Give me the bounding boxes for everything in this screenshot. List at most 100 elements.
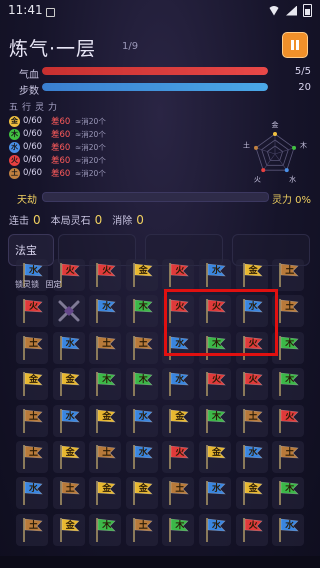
- board-cell[interactable]: 火: [234, 366, 270, 402]
- radar-dot: [261, 168, 266, 173]
- fabao-tag: 锁灵锁: [15, 280, 39, 289]
- element-flag: 火: [203, 370, 227, 398]
- board-cell[interactable]: 水: [87, 293, 123, 329]
- steps-bar-fill: [42, 83, 268, 91]
- board-cell[interactable]: 水: [160, 330, 196, 366]
- flag-text: 木: [212, 338, 222, 349]
- board-cell[interactable]: 火: [197, 293, 233, 329]
- board-cell[interactable]: 土: [270, 257, 306, 293]
- board-cell[interactable]: 土: [14, 439, 50, 475]
- board-cell[interactable]: 金: [51, 366, 87, 402]
- board-cell[interactable]: 火: [160, 257, 196, 293]
- board-cell[interactable]: 水: [14, 475, 50, 511]
- element-flag: 火: [166, 443, 190, 471]
- pause-button[interactable]: [282, 32, 308, 58]
- board-cell[interactable]: 火: [197, 366, 233, 402]
- board-cell[interactable]: 水: [234, 439, 270, 475]
- board-cell[interactable]: 水: [51, 403, 87, 439]
- board-cell[interactable]: 金: [87, 403, 123, 439]
- board-cell[interactable]: 金: [51, 512, 87, 548]
- element-flag: 土: [130, 516, 154, 544]
- board-cell[interactable]: 水: [124, 403, 160, 439]
- board-cell[interactable]: 金: [124, 257, 160, 293]
- board-cell[interactable]: 土: [14, 403, 50, 439]
- wifi-icon: [268, 5, 280, 16]
- flag-text: 金: [29, 375, 39, 386]
- board-cell[interactable]: 土: [160, 475, 196, 511]
- board-cell[interactable]: 木: [197, 330, 233, 366]
- board-cell[interactable]: 木: [87, 512, 123, 548]
- board-cell[interactable]: 木: [270, 330, 306, 366]
- board-cell[interactable]: 土: [14, 512, 50, 548]
- board-cell[interactable]: 水: [160, 366, 196, 402]
- counters-row: 连击 0 本局灵石 0 消除 0: [9, 212, 154, 227]
- board-cell[interactable]: 木: [124, 293, 160, 329]
- element-flag: 火: [166, 297, 190, 325]
- board-cell[interactable]: 金: [14, 366, 50, 402]
- element-progress: 0/60: [23, 168, 43, 178]
- tianjie-label: 天劫: [17, 195, 37, 206]
- board-cell[interactable]: 土: [51, 475, 87, 511]
- board-cell[interactable]: 金: [51, 439, 87, 475]
- board-cell[interactable]: [51, 293, 87, 329]
- board-cell[interactable]: 水: [270, 512, 306, 548]
- board-cell[interactable]: 火: [14, 293, 50, 329]
- board-cell[interactable]: 土: [270, 439, 306, 475]
- element-flag: 水: [240, 443, 264, 471]
- board-cell[interactable]: 火: [270, 403, 306, 439]
- hp-label: 气血: [19, 70, 39, 81]
- element-radar-chart: 金木水 火 土: [243, 120, 307, 183]
- board-cell[interactable]: 水: [234, 293, 270, 329]
- board-cell[interactable]: 火: [87, 257, 123, 293]
- board-cell[interactable]: 金: [124, 475, 160, 511]
- board-cell[interactable]: 水: [197, 257, 233, 293]
- board-cell[interactable]: 木: [124, 366, 160, 402]
- board-cell[interactable]: 土: [124, 512, 160, 548]
- board-cell[interactable]: 木: [270, 475, 306, 511]
- notification-icon: [46, 8, 55, 17]
- board-cell[interactable]: 木: [197, 403, 233, 439]
- flag-text: 火: [175, 266, 185, 276]
- pause-icon: [291, 40, 299, 50]
- element-flag: 土: [130, 334, 154, 362]
- board-cell[interactable]: 木: [270, 366, 306, 402]
- element-flag: 火: [240, 334, 264, 362]
- board-cell[interactable]: 土: [234, 403, 270, 439]
- element-flag: 水: [276, 516, 300, 544]
- flag-text: 金: [102, 484, 112, 495]
- board-cell[interactable]: 水: [197, 475, 233, 511]
- flag-text: 金: [138, 266, 148, 276]
- element-flag: 火: [93, 261, 117, 289]
- board-cell[interactable]: 火: [234, 512, 270, 548]
- board-cell[interactable]: 金: [234, 257, 270, 293]
- board-cell[interactable]: 木: [87, 366, 123, 402]
- board-cell[interactable]: 木: [160, 512, 196, 548]
- battery-icon: [303, 4, 312, 17]
- board-cell[interactable]: 水: [124, 439, 160, 475]
- board-cell[interactable]: 金: [197, 439, 233, 475]
- element-flag: 土: [57, 479, 81, 507]
- element-flag: 金: [93, 407, 117, 435]
- flag-text: 火: [102, 266, 112, 276]
- board-cell[interactable]: 水: [197, 512, 233, 548]
- board-cell[interactable]: 金: [234, 475, 270, 511]
- hp-bar-fill: [42, 67, 268, 75]
- board-cell[interactable]: 土: [87, 330, 123, 366]
- board-cell[interactable]: 金: [87, 475, 123, 511]
- board-cell[interactable]: 火: [234, 330, 270, 366]
- board-cell[interactable]: 土: [14, 330, 50, 366]
- flag-text: 土: [285, 302, 295, 313]
- board-cell[interactable]: 土: [87, 439, 123, 475]
- board-cell[interactable]: 火: [160, 439, 196, 475]
- board-cell[interactable]: 土: [124, 330, 160, 366]
- board-cell[interactable]: 土: [270, 293, 306, 329]
- element-flag: 木: [276, 334, 300, 362]
- board-cell[interactable]: 金: [160, 403, 196, 439]
- board-cell[interactable]: 水: [51, 330, 87, 366]
- element-flag: 金: [57, 370, 81, 398]
- flag-text: 火: [212, 375, 222, 386]
- flag-text: 土: [138, 338, 148, 349]
- hp-value: 5/5: [294, 66, 311, 77]
- status-icons: [268, 4, 312, 17]
- board-cell[interactable]: 火: [160, 293, 196, 329]
